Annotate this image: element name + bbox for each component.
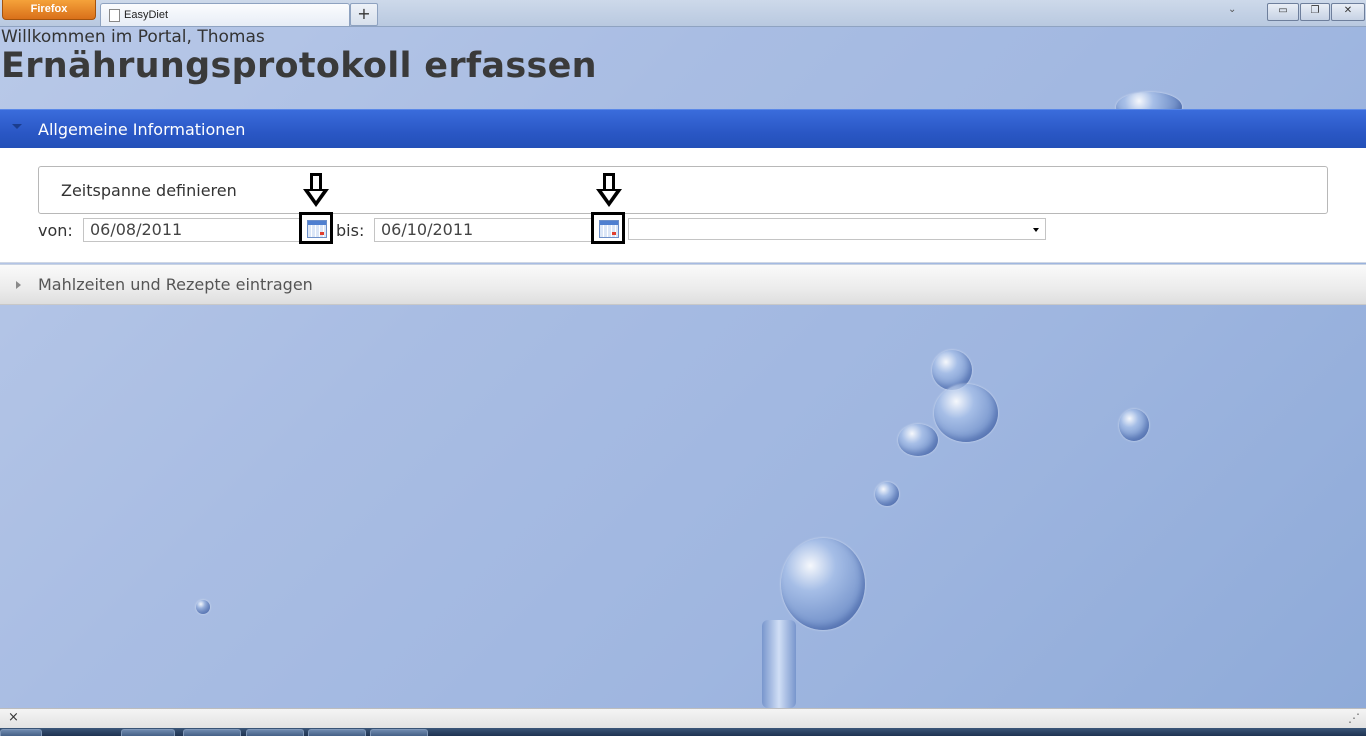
from-label: von: — [38, 221, 73, 240]
to-date-input[interactable]: 06/10/2011 — [374, 218, 592, 242]
minimize-button[interactable]: ▭ — [1267, 3, 1299, 21]
accordion-header-general-info[interactable]: Allgemeine Informationen — [0, 109, 1366, 148]
restore-button[interactable]: ❐ — [1300, 3, 1330, 21]
timespan-fieldset: Zeitspanne definieren — [38, 166, 1328, 214]
browser-status-bar: × ⋰ — [0, 708, 1366, 729]
browser-tab-bar: Firefox EasyDiet + ⌄ ▭ ❐ ✕ — [0, 0, 1366, 27]
to-calendar-button[interactable] — [591, 212, 625, 244]
accordion-label: Mahlzeiten und Rezepte eintragen — [38, 275, 313, 294]
annotation-arrow-icon — [596, 173, 622, 211]
taskbar-button[interactable] — [308, 729, 366, 736]
taskbar-button[interactable] — [370, 729, 428, 736]
fieldset-legend: Zeitspanne definieren — [61, 181, 237, 200]
chevron-down-icon — [1033, 228, 1039, 232]
taskbar-button[interactable] — [183, 729, 241, 736]
accordion-label: Allgemeine Informationen — [38, 120, 246, 139]
accordion-header-meals[interactable]: Mahlzeiten und Rezepte eintragen — [0, 264, 1366, 305]
calendar-icon — [599, 220, 619, 238]
calendar-icon — [307, 220, 327, 238]
close-icon[interactable]: × — [8, 710, 19, 725]
tab-list-icon[interactable]: ⌄ — [1228, 4, 1236, 15]
resize-grip-icon[interactable]: ⋰ — [1348, 711, 1360, 725]
from-date-input[interactable]: 06/08/2011 — [83, 218, 301, 242]
new-tab-button[interactable]: + — [350, 3, 378, 26]
welcome-text: Willkommen im Portal, Thomas — [1, 27, 265, 47]
tab-easydiet[interactable]: EasyDiet — [100, 3, 350, 26]
tab-title: EasyDiet — [124, 9, 169, 21]
accordion-body-general-info: Zeitspanne definieren — [0, 148, 1366, 263]
annotation-arrow-icon — [303, 173, 329, 211]
firefox-menu-button[interactable]: Firefox — [2, 0, 96, 20]
page-title: Ernährungsprotokoll erfassen — [1, 46, 597, 86]
to-label: bis: — [336, 221, 365, 240]
taskbar-button[interactable] — [0, 729, 42, 736]
from-calendar-button[interactable] — [299, 212, 333, 244]
close-window-button[interactable]: ✕ — [1331, 3, 1365, 21]
expanded-arrow-icon — [12, 124, 22, 129]
taskbar-button[interactable] — [121, 729, 175, 736]
taskbar-button[interactable] — [246, 729, 304, 736]
page-icon — [109, 9, 120, 22]
timespan-select[interactable] — [628, 218, 1046, 240]
collapsed-arrow-icon — [16, 281, 21, 289]
